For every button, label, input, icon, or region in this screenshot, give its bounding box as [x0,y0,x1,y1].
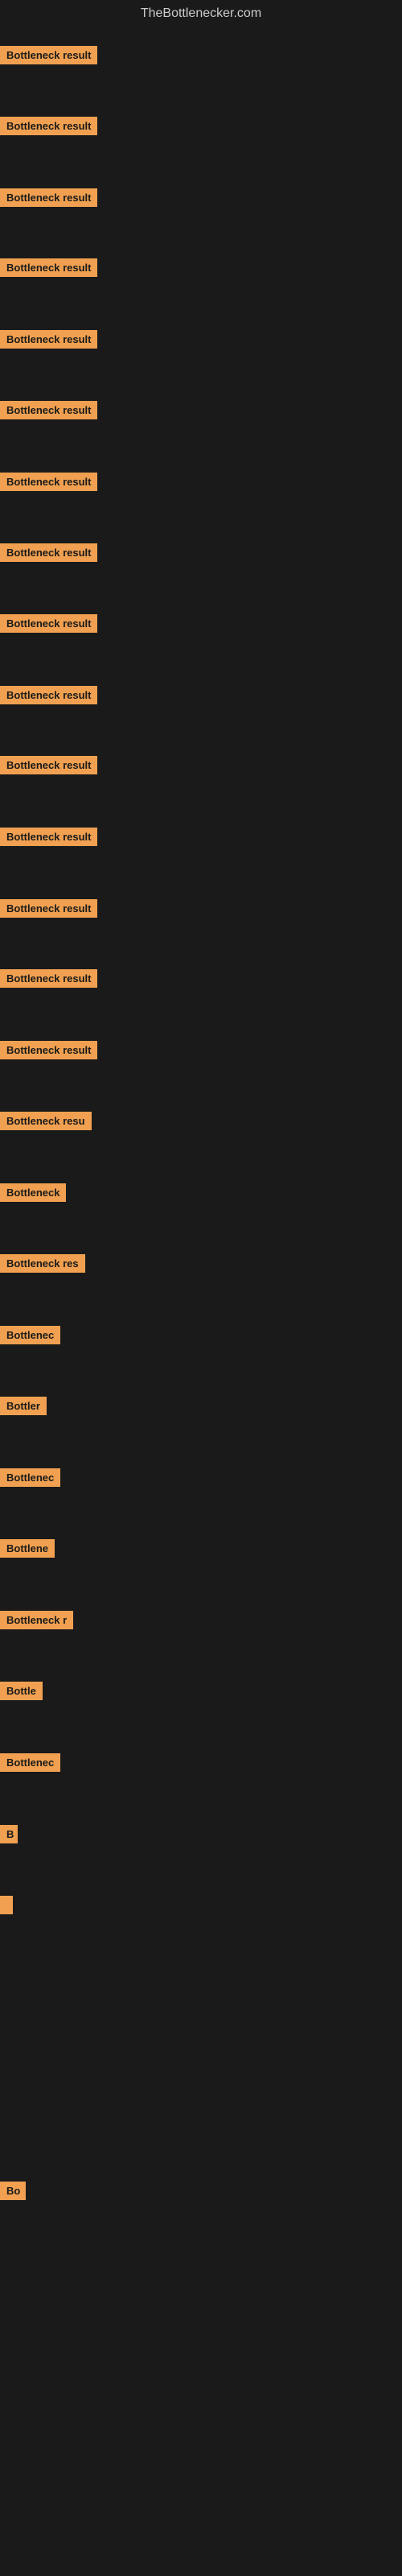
bottleneck-item-26: B [0,1825,18,1847]
bottleneck-label-6: Bottleneck result [0,401,97,419]
bottleneck-label-2: Bottleneck result [0,117,97,135]
bottleneck-item-12: Bottleneck result [0,828,97,850]
bottleneck-item-2: Bottleneck result [0,117,97,139]
bottleneck-item-21: Bottlenec [0,1468,60,1491]
bottleneck-item-11: Bottleneck result [0,756,97,778]
bottleneck-label-25: Bottlenec [0,1753,60,1772]
bottleneck-label-20: Bottler [0,1397,47,1415]
bottleneck-item-10: Bottleneck result [0,686,97,708]
bottleneck-label-11: Bottleneck result [0,756,97,774]
bottleneck-label-17: Bottleneck [0,1183,66,1202]
bottleneck-item-9: Bottleneck result [0,614,97,637]
bottleneck-label-7: Bottleneck result [0,473,97,491]
site-title: TheBottlenecker.com [0,0,402,24]
bottleneck-label-10: Bottleneck result [0,686,97,704]
bottleneck-label-14: Bottleneck result [0,969,97,988]
bottleneck-item-18: Bottleneck res [0,1254,85,1277]
bottleneck-label-18: Bottleneck res [0,1254,85,1273]
bottleneck-label-13: Bottleneck result [0,899,97,918]
bottleneck-item-27 [0,1896,13,1918]
bottleneck-item-15: Bottleneck result [0,1041,97,1063]
bottleneck-item-19: Bottlenec [0,1326,60,1348]
bottleneck-item-7: Bottleneck result [0,473,97,495]
bottleneck-item-1: Bottleneck result [0,46,97,68]
bottleneck-label-9: Bottleneck result [0,614,97,633]
bottleneck-item-14: Bottleneck result [0,969,97,992]
bottleneck-label-31: Bo [0,2182,26,2200]
bottleneck-label-15: Bottleneck result [0,1041,97,1059]
bottleneck-item-13: Bottleneck result [0,899,97,922]
bottleneck-item-4: Bottleneck result [0,258,97,281]
bottleneck-label-4: Bottleneck result [0,258,97,277]
bottleneck-item-3: Bottleneck result [0,188,97,211]
bottleneck-item-17: Bottleneck [0,1183,66,1206]
bottleneck-label-19: Bottlenec [0,1326,60,1344]
bottleneck-item-16: Bottleneck resu [0,1112,92,1134]
bottleneck-label-5: Bottleneck result [0,330,97,349]
bottleneck-item-23: Bottleneck r [0,1611,73,1633]
bottleneck-label-16: Bottleneck resu [0,1112,92,1130]
bottleneck-item-31: Bo [0,2182,26,2204]
bottleneck-label-1: Bottleneck result [0,46,97,64]
bottleneck-label-27 [0,1896,13,1914]
bottleneck-item-20: Bottler [0,1397,47,1419]
bottleneck-item-24: Bottle [0,1682,43,1704]
bottleneck-label-26: B [0,1825,18,1843]
bottleneck-label-12: Bottleneck result [0,828,97,846]
bottleneck-item-22: Bottlene [0,1539,55,1562]
bottleneck-label-22: Bottlene [0,1539,55,1558]
bottleneck-item-25: Bottlenec [0,1753,60,1776]
bottleneck-label-23: Bottleneck r [0,1611,73,1629]
bottleneck-item-5: Bottleneck result [0,330,97,353]
bottleneck-label-3: Bottleneck result [0,188,97,207]
bottleneck-item-6: Bottleneck result [0,401,97,423]
bottleneck-label-24: Bottle [0,1682,43,1700]
bottleneck-label-21: Bottlenec [0,1468,60,1487]
bottleneck-item-8: Bottleneck result [0,543,97,566]
bottleneck-label-8: Bottleneck result [0,543,97,562]
